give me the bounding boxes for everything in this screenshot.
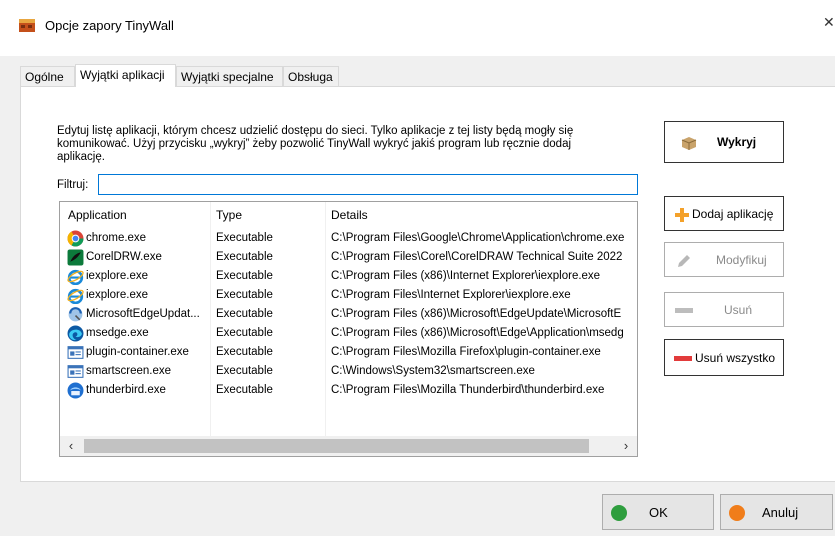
table-row[interactable]: CorelDRW.exe Executable C:\Program Files…: [60, 248, 637, 267]
detect-label: Wykryj: [717, 135, 757, 149]
table-row[interactable]: MicrosoftEdgeUpdat... Executable C:\Prog…: [60, 305, 637, 324]
remove-button[interactable]: Usuń: [664, 292, 784, 327]
app-details: C:\Program Files (x86)\Microsoft\Edge\Ap…: [331, 327, 624, 339]
cancel-status-icon: [729, 505, 745, 521]
app-details: C:\Program Files\Mozilla Firefox\plugin-…: [331, 346, 601, 358]
window-title: Opcje zapory TinyWall: [45, 18, 174, 33]
red-bar-icon: [674, 356, 692, 361]
app-type: Executable: [216, 327, 273, 339]
app-exceptions-panel: Edytuj listę aplikacji, którym chcesz ud…: [20, 86, 835, 482]
app-name: plugin-container.exe: [86, 346, 189, 358]
app-details: C:\Program Files\Corel\CorelDRAW Technic…: [331, 251, 623, 263]
modify-label: Modyfikuj: [716, 252, 767, 267]
filter-label: Filtruj:: [57, 179, 89, 191]
column-header-application[interactable]: Application: [68, 208, 127, 222]
tab-maintenance[interactable]: Obsługa: [283, 66, 339, 86]
remove-all-label: Usuń wszystko: [695, 350, 776, 365]
app-details: C:\Windows\System32\smartscreen.exe: [331, 365, 535, 377]
app-name: MicrosoftEdgeUpdat...: [86, 308, 200, 320]
tab-general[interactable]: Ogólne: [20, 66, 75, 86]
app-name: thunderbird.exe: [86, 384, 166, 396]
app-type: Executable: [216, 365, 273, 377]
tab-label: Obsługa: [288, 70, 333, 84]
internet-explorer-icon: [67, 288, 84, 304]
table-row[interactable]: msedge.exe Executable C:\Program Files (…: [60, 324, 637, 343]
cancel-label: Anuluj: [762, 505, 799, 520]
detect-button[interactable]: Wykryj: [664, 121, 784, 163]
column-header-details[interactable]: Details: [331, 208, 368, 222]
close-icon[interactable]: ✕: [823, 14, 835, 36]
chrome-icon: [67, 230, 84, 247]
app-type: Executable: [216, 270, 273, 282]
scrollbar-thumb[interactable]: [84, 439, 589, 453]
minus-icon: [675, 308, 693, 313]
edge-icon: [67, 325, 84, 342]
app-name: CorelDRW.exe: [86, 251, 162, 263]
remove-all-button[interactable]: Usuń wszystko: [664, 339, 784, 376]
app-name: chrome.exe: [86, 232, 147, 244]
plus-icon: [675, 208, 689, 222]
scroll-right-icon[interactable]: ›: [618, 438, 634, 454]
app-name: smartscreen.exe: [86, 365, 172, 377]
coreldraw-icon: [67, 249, 84, 266]
app-type: Executable: [216, 346, 273, 358]
table-row[interactable]: iexplore.exe Executable C:\Program Files…: [60, 267, 637, 286]
tab-label: Wyjątki aplikacji: [80, 68, 165, 82]
app-type: Executable: [216, 232, 273, 244]
app-details: C:\Program Files (x86)\Internet Explorer…: [331, 270, 601, 282]
table-row[interactable]: plugin-container.exe Executable C:\Progr…: [60, 343, 637, 362]
window-app-icon: [67, 365, 84, 378]
cancel-button[interactable]: Anuluj: [720, 494, 833, 530]
ok-label: OK: [649, 505, 668, 520]
app-type: Executable: [216, 251, 273, 263]
internet-explorer-icon: [67, 269, 84, 285]
app-details: C:\Program Files\Google\Chrome\Applicati…: [331, 232, 625, 244]
app-type: Executable: [216, 308, 273, 320]
ok-button[interactable]: OK: [602, 494, 714, 530]
tab-label: Wyjątki specjalne: [181, 70, 274, 84]
app-name: iexplore.exe: [86, 289, 149, 301]
ok-status-icon: [611, 505, 627, 521]
app-details: C:\Program Files\Internet Explorer\iexpl…: [331, 289, 571, 301]
tab-app-exceptions[interactable]: Wyjątki aplikacji: [75, 64, 176, 87]
box-icon: [681, 137, 697, 150]
add-application-button[interactable]: Dodaj aplikację: [664, 196, 784, 231]
filter-input[interactable]: [98, 174, 638, 195]
column-header-type[interactable]: Type: [216, 208, 242, 222]
tab-special-exceptions[interactable]: Wyjątki specjalne: [176, 66, 283, 86]
edge-update-icon: [68, 307, 83, 322]
app-type: Executable: [216, 384, 273, 396]
table-row[interactable]: smartscreen.exe Executable C:\Windows\Sy…: [60, 362, 637, 381]
horizontal-scrollbar[interactable]: ‹ ›: [60, 436, 637, 456]
description-text: Edytuj listę aplikacji, którym chcesz ud…: [57, 125, 574, 163]
application-list[interactable]: Application Type Details chrome.exe Exec…: [59, 201, 638, 457]
app-name: msedge.exe: [86, 327, 149, 339]
table-row[interactable]: thunderbird.exe Executable C:\Program Fi…: [60, 381, 637, 400]
tab-label: Ogólne: [25, 70, 64, 84]
thunderbird-icon: [67, 382, 84, 399]
list-header: Application Type Details: [60, 202, 637, 228]
remove-label: Usuń: [724, 302, 753, 317]
modify-button[interactable]: Modyfikuj: [664, 242, 784, 277]
title-bar: Opcje zapory TinyWall ✕: [0, 0, 835, 56]
table-row[interactable]: chrome.exe Executable C:\Program Files\G…: [60, 229, 637, 248]
window-app-icon: [67, 346, 84, 359]
table-row[interactable]: iexplore.exe Executable C:\Program Files…: [60, 286, 637, 305]
add-application-label: Dodaj aplikację: [692, 206, 774, 221]
app-details: C:\Program Files (x86)\Microsoft\EdgeUpd…: [331, 308, 622, 320]
app-name: iexplore.exe: [86, 270, 149, 282]
app-details: C:\Program Files\Mozilla Thunderbird\thu…: [331, 384, 605, 396]
app-type: Executable: [216, 289, 273, 301]
scroll-left-icon[interactable]: ‹: [63, 438, 79, 454]
firewall-app-icon: [19, 19, 35, 32]
pencil-icon: [678, 255, 690, 267]
